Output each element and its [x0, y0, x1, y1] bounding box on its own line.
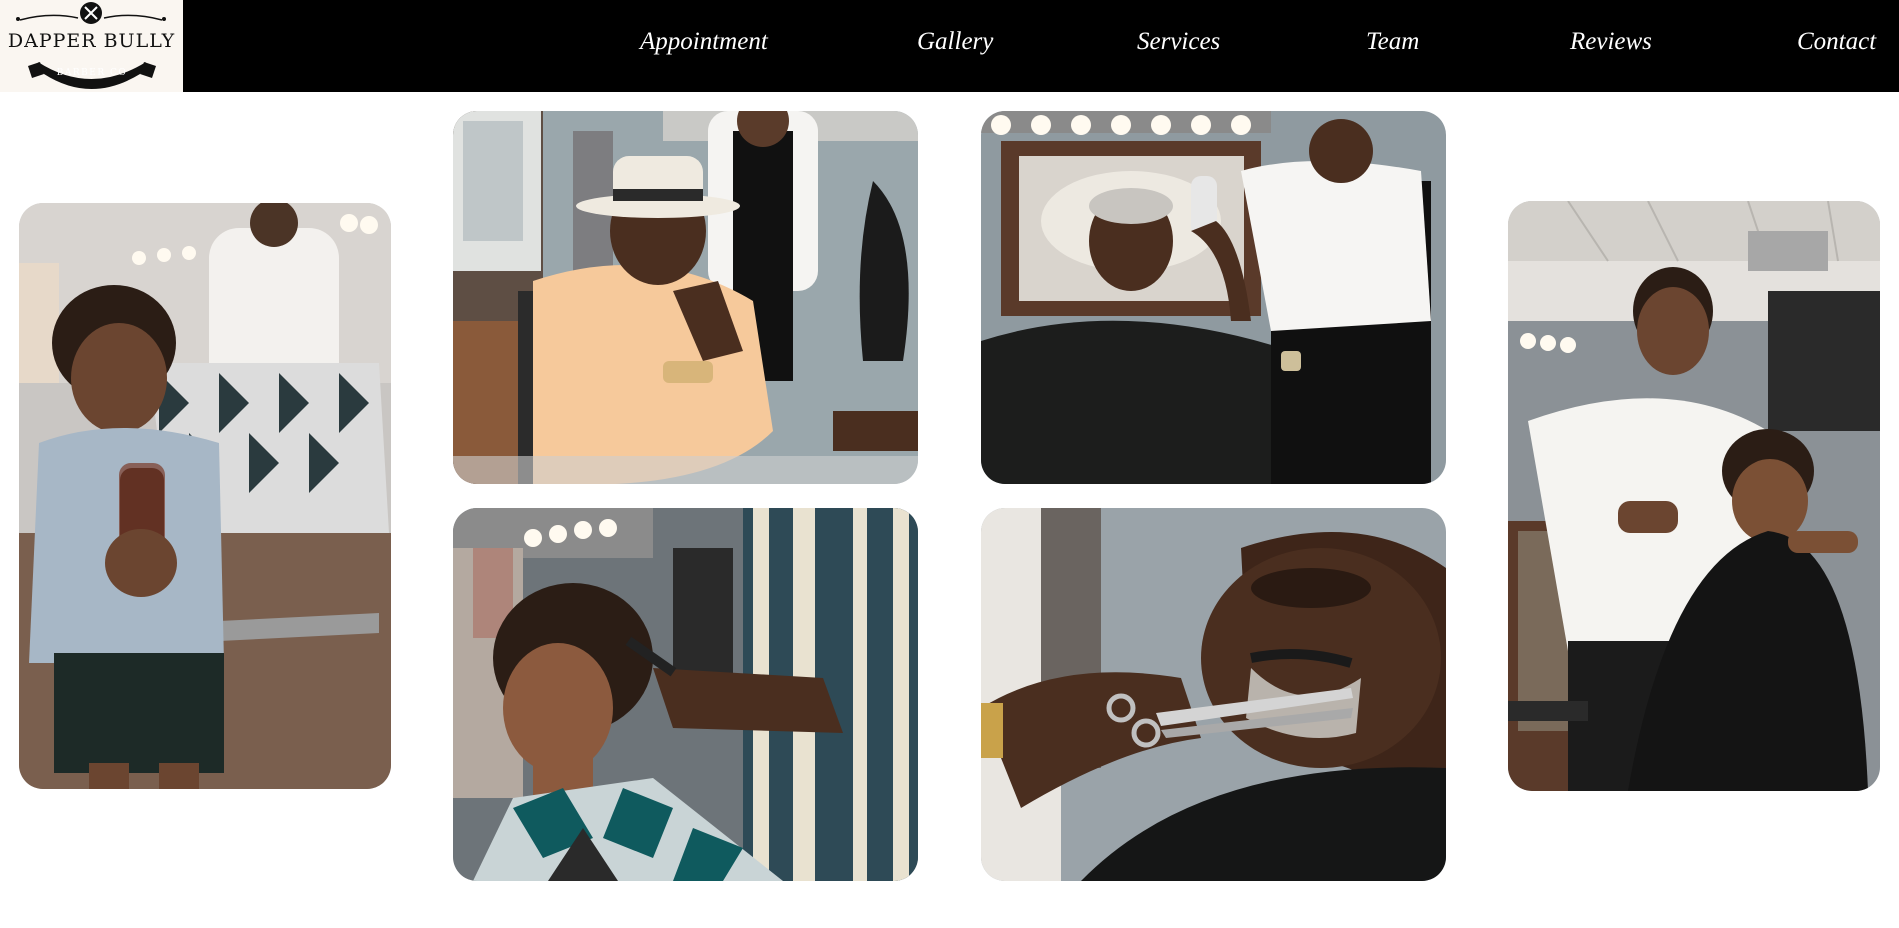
nav-appointment[interactable]: Appointment — [640, 28, 768, 56]
brand-subtitle: BARBER CO — [56, 68, 128, 78]
nav-team[interactable]: Team — [1366, 28, 1419, 56]
brand-name: DAPPER BULLY — [7, 30, 176, 52]
gallery-photo-elderly-hairspray[interactable] — [981, 111, 1446, 484]
gallery-photo-man-hat[interactable] — [453, 111, 918, 484]
brand-logo[interactable]: DAPPER BULLY BARBER CO — [0, 0, 183, 92]
gallery-photo-boy-brush[interactable] — [19, 203, 391, 789]
nav-contact[interactable]: Contact — [1797, 28, 1876, 56]
nav-gallery[interactable]: Gallery — [917, 28, 993, 56]
gallery-photo-young-man-comb[interactable] — [453, 508, 918, 881]
nav-reviews[interactable]: Reviews — [1570, 28, 1652, 56]
gallery-photo-barber-child[interactable] — [1508, 201, 1880, 791]
top-navbar: DAPPER BULLY BARBER CO Appointment Galle… — [0, 0, 1899, 92]
gallery-photo-beard-trim[interactable] — [981, 508, 1446, 881]
nav-services[interactable]: Services — [1137, 28, 1220, 56]
